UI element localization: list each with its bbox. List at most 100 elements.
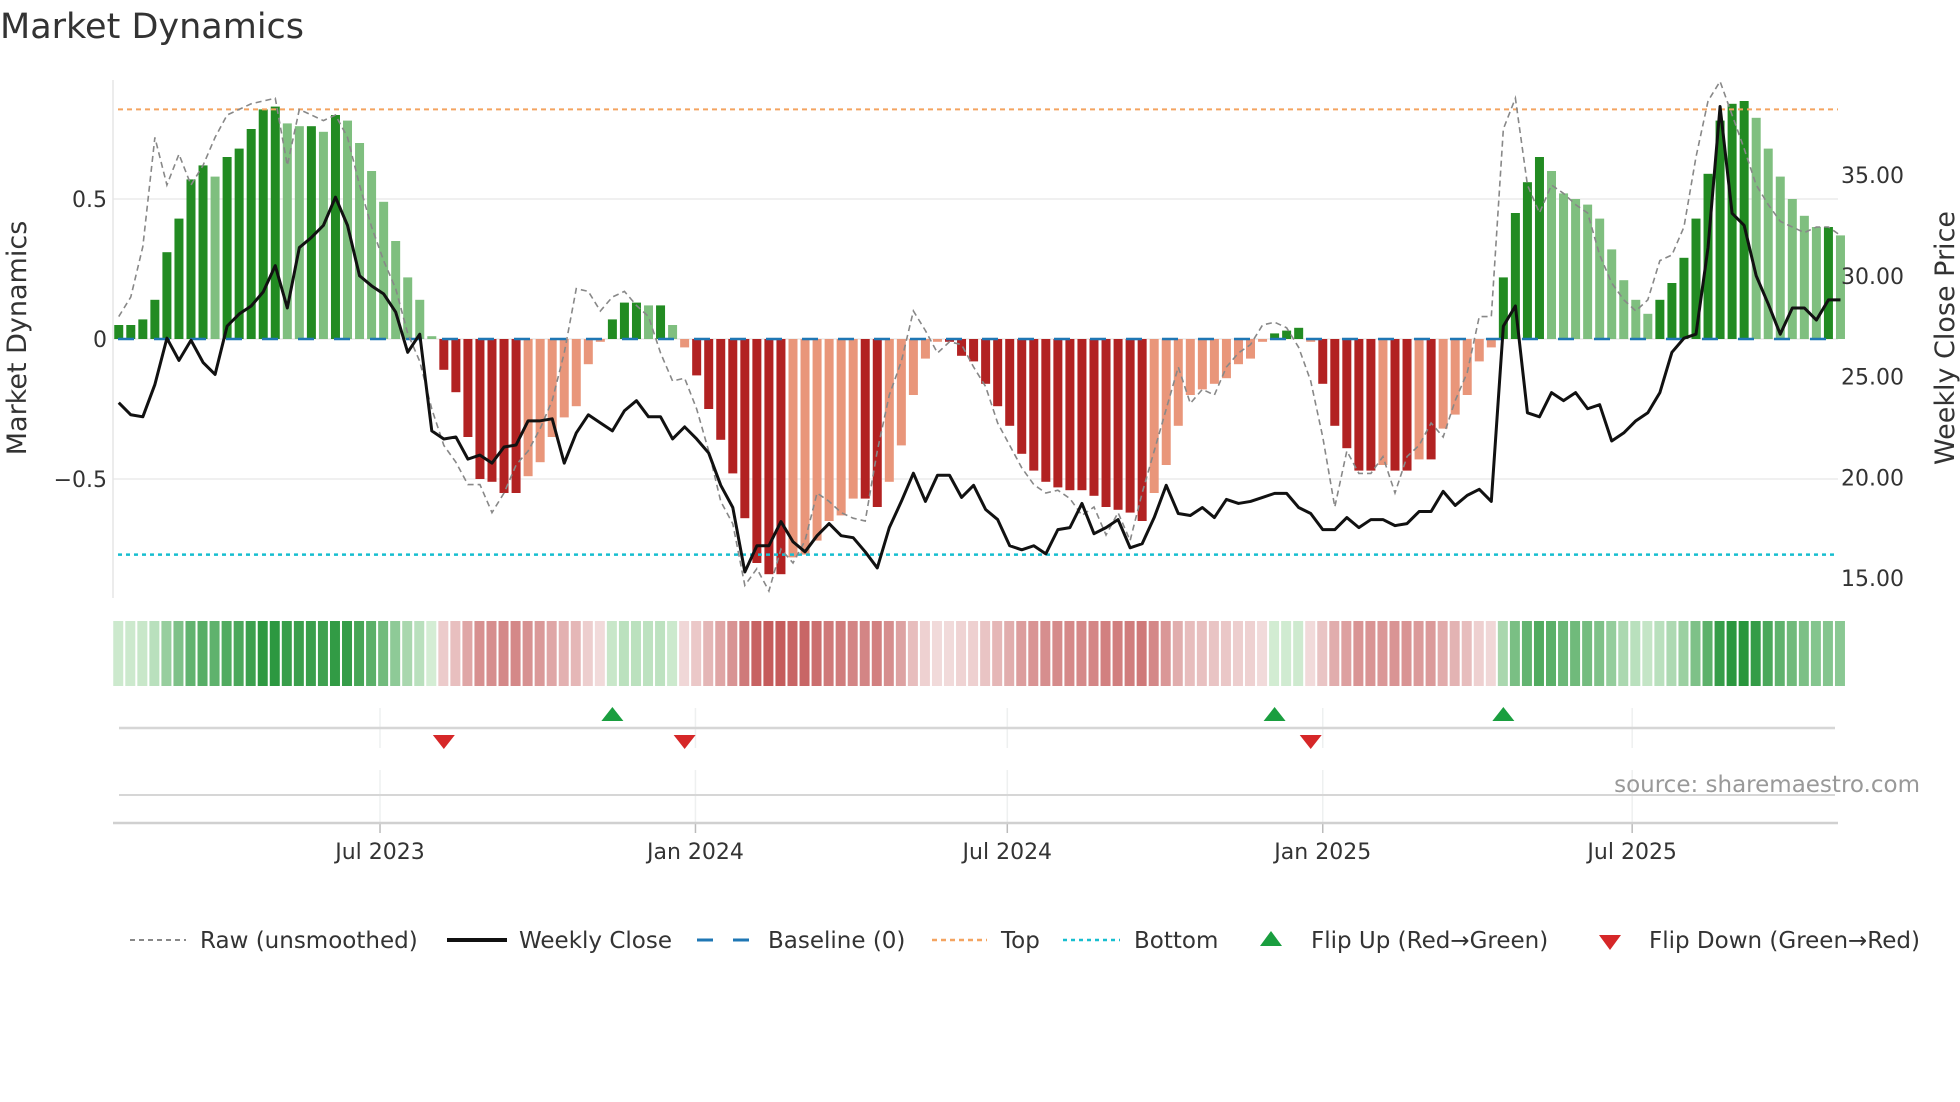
momentum-bar	[222, 157, 232, 339]
heat-strip-cell	[883, 621, 894, 686]
heat-strip-cell	[944, 621, 955, 686]
momentum-bar	[1775, 176, 1785, 339]
heat-strip-cell	[1232, 621, 1243, 686]
heat-strip-cell	[655, 621, 666, 686]
heat-strip-cell	[233, 621, 244, 686]
momentum-bar	[1667, 283, 1677, 339]
heat-strip-cell	[1497, 621, 1508, 686]
heat-strip-cell	[956, 621, 967, 686]
momentum-bar	[1811, 227, 1821, 339]
heat-strip-cell	[992, 621, 1003, 686]
legend-label: Flip Down (Green→Red)	[1649, 928, 1920, 954]
momentum-bar	[957, 339, 967, 356]
momentum-bar	[499, 339, 509, 493]
heat-strip-cell	[534, 621, 545, 686]
heat-strip-cell	[1521, 621, 1532, 686]
heat-strip-cell	[968, 621, 979, 686]
heat-strip-cell	[366, 621, 377, 686]
momentum-bar	[1823, 227, 1833, 339]
heat-strip-cell	[1196, 621, 1207, 686]
momentum-bar	[1101, 339, 1111, 507]
momentum-bar	[1739, 101, 1749, 339]
momentum-bar	[1077, 339, 1087, 491]
heat-strip-cell	[1461, 621, 1472, 686]
heat-strip-cell	[354, 621, 365, 686]
momentum-bar	[896, 339, 906, 446]
heat-strip-cell	[630, 621, 641, 686]
heat-strip-cell	[1269, 621, 1280, 686]
heat-strip-cell	[245, 621, 256, 686]
momentum-bar	[1607, 249, 1617, 339]
y2-axis-label: Weekly Close Price	[1930, 211, 1960, 465]
momentum-bar	[1799, 215, 1809, 339]
heat-strip-cell	[1618, 621, 1629, 686]
heat-strip-cell	[1281, 621, 1292, 686]
momentum-bar	[1185, 339, 1195, 395]
heat-strip-cell	[1064, 621, 1075, 686]
y-tick-label: 0.5	[72, 188, 107, 213]
momentum-bar	[403, 277, 413, 339]
momentum-bar	[1619, 280, 1629, 339]
y2-tick-label: 35.00	[1841, 164, 1904, 189]
momentum-bar	[535, 339, 545, 463]
momentum-bar	[1631, 299, 1641, 339]
momentum-bar	[463, 339, 473, 437]
momentum-bar	[523, 339, 533, 477]
momentum-bar	[1330, 339, 1340, 426]
momentum-bar	[1643, 313, 1653, 339]
momentum-bar	[788, 339, 798, 558]
x-tick-label: Jul 2024	[961, 840, 1053, 865]
heat-strip-cell	[221, 621, 232, 686]
momentum-bar	[884, 339, 894, 482]
raw-line	[118, 79, 1841, 594]
heat-strip-cell	[1546, 621, 1557, 686]
momentum-bar	[824, 339, 834, 521]
y-axis-label: Market Dynamics	[2, 221, 33, 456]
momentum-bar	[1438, 339, 1448, 429]
heat-strip-cell	[474, 621, 485, 686]
heat-strip-cell	[1365, 621, 1376, 686]
heat-strip-cell	[390, 621, 401, 686]
heat-strip-cell	[1052, 621, 1063, 686]
momentum-bar	[439, 339, 449, 370]
momentum-bar	[993, 339, 1003, 407]
heat-strip-cell	[679, 621, 690, 686]
heat-strip-cell	[787, 621, 798, 686]
momentum-bar	[355, 143, 365, 339]
heat-strip-cell	[1329, 621, 1340, 686]
momentum-bar	[932, 339, 942, 342]
momentum-bar	[1149, 339, 1159, 493]
y2-tick-label: 15.00	[1841, 567, 1904, 592]
flip-down-marker-icon	[673, 735, 696, 749]
y2-tick-label: 25.00	[1841, 366, 1904, 391]
momentum-bar	[1751, 117, 1761, 339]
momentum-bar	[981, 339, 991, 384]
momentum-bar	[1354, 339, 1364, 471]
heat-strip-cell	[1533, 621, 1544, 686]
heat-strip-cell	[185, 621, 196, 686]
heat-strip-cell	[1582, 621, 1593, 686]
heat-strip-cell	[1798, 621, 1809, 686]
legend-label: Baseline (0)	[768, 928, 905, 954]
heat-strip-cell	[149, 621, 160, 686]
y-tick-label: −0.5	[54, 468, 107, 493]
x-tick-label: Jan 2025	[1272, 840, 1371, 865]
heat-strip-cell	[1738, 621, 1749, 686]
momentum-bar	[1655, 299, 1665, 339]
heat-strip-cell	[209, 621, 220, 686]
momentum-bar	[1161, 339, 1171, 465]
heat-strip-cell	[1341, 621, 1352, 686]
heat-strip-cell	[462, 621, 473, 686]
momentum-bar	[1462, 339, 1472, 395]
market-dynamics-chart: Market Dynamics Market Dynamics Weekly C…	[0, 7, 1960, 954]
heat-strip-cell	[1473, 621, 1484, 686]
momentum-bar	[1534, 157, 1544, 339]
heat-strip-cell	[546, 621, 557, 686]
heat-strip-cell	[691, 621, 702, 686]
heat-strip-cell	[895, 621, 906, 686]
momentum-bar	[1474, 339, 1484, 362]
momentum-bar	[1089, 339, 1099, 496]
y2-tick-label: 30.00	[1841, 265, 1904, 290]
momentum-bar	[1366, 339, 1376, 471]
heat-strip-cell	[1437, 621, 1448, 686]
